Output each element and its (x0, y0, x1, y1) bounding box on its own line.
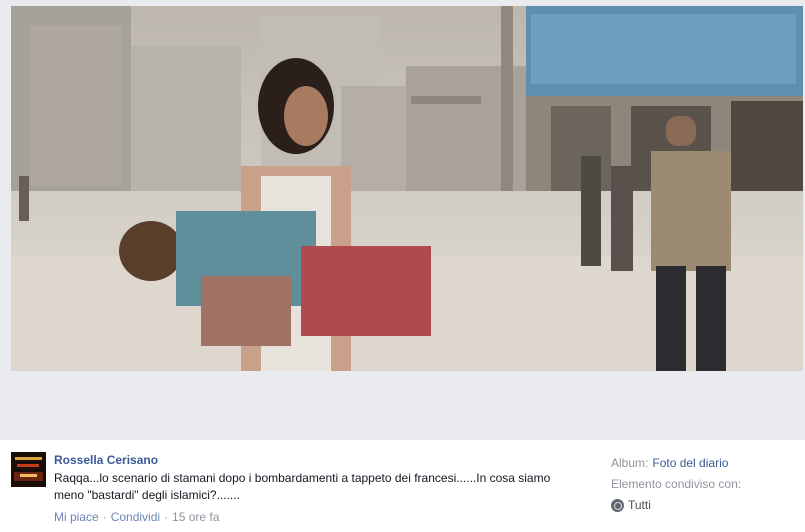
audience-selector[interactable]: Tutti (611, 495, 801, 516)
post-footer: Rossella Cerisano Raqqa...lo scenario di… (0, 440, 805, 532)
author-avatar[interactable] (11, 452, 46, 487)
album-link[interactable]: Foto del diario (652, 456, 728, 470)
action-separator: · (164, 510, 169, 524)
share-link[interactable]: Condividi (111, 510, 160, 524)
globe-icon (611, 499, 624, 512)
post-text: Raqqa...lo scenario di stamani dopo i bo… (54, 471, 551, 502)
author-name-link[interactable]: Rossella Cerisano (54, 453, 158, 467)
photo-scene (11, 6, 803, 371)
post-timestamp[interactable]: 15 ore fa (172, 510, 219, 524)
avatar-image-band (15, 457, 42, 460)
audience-label: Tutti (628, 498, 651, 512)
photo-meta: Album: Foto del diario Elemento condiviso… (611, 453, 801, 516)
post-photo[interactable] (11, 6, 803, 371)
avatar-image-band (20, 474, 37, 477)
photo-viewer (0, 0, 805, 440)
action-separator: · (102, 510, 107, 524)
like-link[interactable]: Mi piace (54, 510, 99, 524)
album-row: Album: Foto del diario (611, 453, 801, 474)
album-label: Album: (611, 456, 649, 470)
avatar-image-band (17, 464, 39, 467)
shared-with-label: Elemento condiviso con: (611, 477, 742, 491)
post-actions: Mi piace · Condividi · 15 ore fa (54, 510, 219, 524)
